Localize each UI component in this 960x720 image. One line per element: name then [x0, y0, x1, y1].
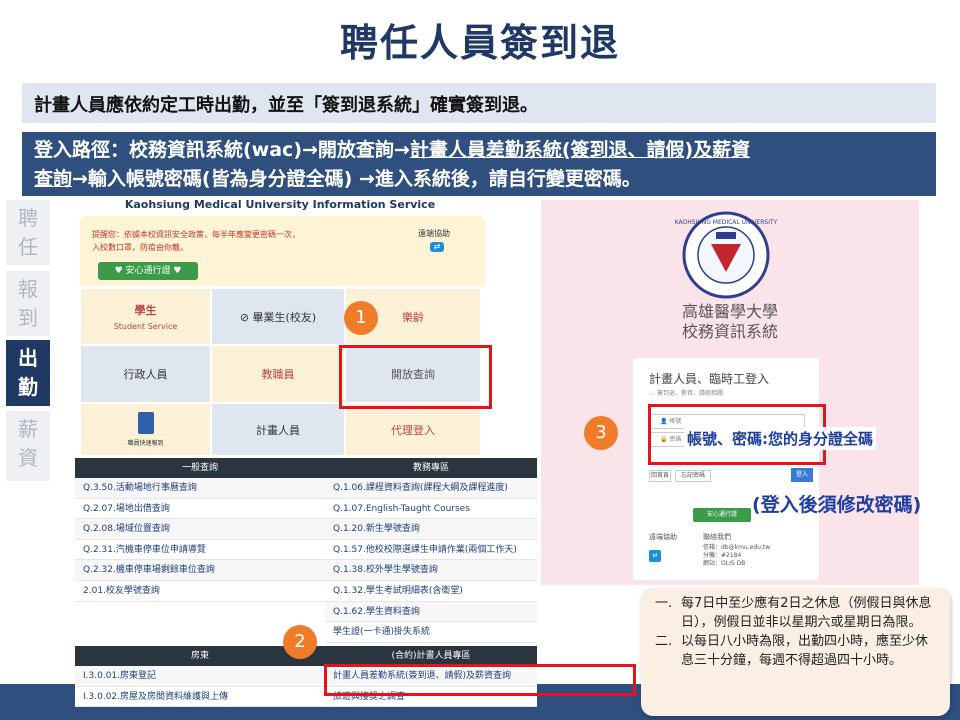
badge-caption: 職員快速報到 — [127, 440, 164, 447]
alumni-cell[interactable]: ⊘ 畢業生(校友) — [211, 288, 345, 345]
forgot-password-button[interactable]: 忘記密碼 — [675, 470, 711, 482]
path-link-1: 計畫人員差勤系統(簽到退、請假)及薪資 — [409, 139, 751, 161]
contact-info: 信箱：db@kmu.edu.tw 分機：#2184 網站：OLIS DB — [703, 544, 770, 568]
safe-pass-button[interactable]: ♥ 安心通行證 ♥ — [98, 262, 198, 280]
academic-header: 教務專區 — [325, 458, 537, 478]
university-name-line-2: 校務資訊系統 — [681, 322, 778, 341]
path-suffix: →輸入帳號密碼(皆為身分證全碼) →進入系統後，請自行變更密碼。 — [72, 168, 641, 190]
notice-line-2: 入校數口罩，防疫由你戴。 — [92, 243, 188, 252]
rule-text: 每7日中至少應有2日之休息（例假日與休息日），例假日並非以星期六或星期日為限。 — [681, 596, 932, 630]
highlight-open-query — [339, 345, 492, 409]
academic-query-link[interactable]: Q.1.32.學生考試明細表(含衛堂) — [325, 580, 537, 602]
step-badge-1: 1 — [344, 301, 378, 335]
sidebar-char: 勤 — [18, 375, 38, 399]
proxy-login-cell[interactable]: 代理登入 — [345, 403, 481, 456]
sidebar-char: 任 — [18, 235, 38, 259]
path-prefix: 登入路徑：校務資訊系統(wac)→開放查詢→ — [34, 139, 410, 161]
general-query-link[interactable]: Q.2.32.機車停車場剩餘車位查詢 — [75, 560, 325, 581]
general-query-link[interactable]: Q.2.31.汽機車停車位申請導覽 — [75, 539, 325, 561]
academic-query-link[interactable]: Q.1.20.新生學號查詢 — [325, 519, 537, 540]
path-link-2: 查詢 — [34, 168, 73, 190]
contact-label: 聯絡我們 — [703, 533, 731, 541]
attendance-rules: 一. 每7日中至少應有2日之休息（例假日與休息日），例假日並非以星期六或星期日為限… — [641, 588, 950, 716]
rule-item: 二. 以每日八小時為限，出勤四小時，應至少休息三十分鐘，每週不得超過四十小時。 — [651, 632, 940, 670]
login-path-text: 登入路徑：校務資訊系統(wac)→開放查詢→計畫人員差勤系統(簽到退、請假)及薪… — [22, 132, 936, 196]
student-en-label: Student Service — [113, 322, 178, 331]
remote-support-label-2: 遠端協助 — [649, 533, 677, 541]
step-badge-2: 2 — [283, 625, 317, 659]
contact-email[interactable]: 信箱：db@kmu.edu.tw — [703, 544, 770, 551]
sidebar-char: 到 — [18, 306, 38, 330]
sidebar-item-salary: 薪資 — [6, 411, 50, 481]
sidebar-item-hire: 聘任 — [6, 200, 50, 265]
academic-query-link[interactable]: Q.1.07.English-Taught Courses — [325, 498, 537, 520]
safe-pass-button-2[interactable]: 安心通行證 — [693, 508, 751, 522]
remote-support-label: 遠端協助 — [418, 229, 450, 238]
student-label: 學生 — [134, 304, 157, 317]
project-staff-cell[interactable]: 計畫人員 — [211, 403, 345, 456]
academic-query-link[interactable]: 學生證(一卡通)掛失系統 — [325, 622, 537, 643]
login-title: 計畫人員、臨時工登入 — [649, 372, 770, 386]
sidebar-item-report: 報到 — [6, 271, 50, 336]
notice-line-1: 提醒您：依據本校資訊安全政策，每半年應變更密碼一次， — [92, 230, 300, 239]
id-card-icon — [137, 412, 154, 434]
general-query-list: Q.3.50.活動場地行事曆查詢 Q.2.07.場地出借查詢 Q.2.08.場域位置… — [75, 478, 325, 602]
remote-support-icon-2[interactable]: ⇄ — [649, 550, 661, 562]
academic-query-link[interactable]: Q.1.06.課程資料查詢(課程大綱及課程進度) — [325, 478, 537, 499]
landlord-list: I.3.0.01.房東登記 I.3.0.02.房屋及房間資料維護與上傳 — [75, 666, 325, 708]
general-query-header: 一般查詢 — [75, 458, 325, 478]
faculty-cell[interactable]: 教職員 — [211, 345, 345, 403]
academic-list: Q.1.06.課程資料查詢(課程大綱及課程進度) Q.1.07.English-T… — [325, 478, 537, 643]
notice-text: 提醒您：依據本校資訊安全政策，每半年應變更密碼一次， 入校數口罩，防疫由你戴。 — [92, 228, 352, 254]
academic-query-link[interactable]: Q.1.62.學生資料查詢 — [325, 601, 537, 623]
sidebar-char: 資 — [18, 446, 38, 470]
general-query-link[interactable]: Q.2.08.場域位置查詢 — [75, 519, 325, 540]
logo-lettering: KAOHSIUNG MEDICAL UNIVERSITY — [675, 219, 778, 226]
step-badge-3: 3 — [584, 416, 618, 450]
student-cell[interactable]: 學生 Student Service — [80, 288, 211, 345]
general-query-link[interactable]: 2.01.校友學號查詢 — [75, 580, 325, 602]
admin-cell[interactable]: 行政人員 — [80, 345, 211, 403]
academic-query-link[interactable]: Q.1.57.他校校際選課生申請作業(兩個工作天) — [325, 539, 537, 561]
wac-notice-panel: 提醒您：依據本校資訊安全政策，每半年應變更密碼一次， 入校數口罩，防疫由你戴。 遠… — [80, 216, 485, 286]
intro-text: 計畫人員應依約定工時出勤，並至「簽到退系統」確實簽到退。 — [22, 83, 936, 123]
contact-ext: 分機：#2184 — [703, 552, 742, 559]
login-screenshot: KAOHSIUNG MEDICAL UNIVERSITY 高雄醫學大學 校務資訊系… — [541, 200, 919, 585]
remote-support-icon[interactable]: ⇄ — [430, 242, 444, 252]
sidebar-char: 報 — [18, 277, 38, 301]
rule-item: 一. 每7日中至少應有2日之休息（例假日與休息日），例假日並非以星期六或星期日為限… — [651, 594, 940, 632]
highlight-project-system — [324, 664, 636, 696]
login-button[interactable]: 登入 — [791, 468, 813, 482]
rule-number: 一. — [655, 596, 673, 611]
rule-number: 二. — [655, 634, 673, 649]
university-name: 高雄醫學大學 校務資訊系統 — [541, 302, 919, 342]
landlord-link[interactable]: I.3.0.02.房屋及房間資料維護與上傳 — [75, 686, 325, 708]
academic-query-link[interactable]: Q.1.38.校外學生學號查詢 — [325, 560, 537, 581]
sidebar-item-attendance: 出勤 — [6, 340, 50, 406]
general-query-link[interactable]: Q.2.07.場地出借查詢 — [75, 498, 325, 520]
university-name-line-1: 高雄醫學大學 — [681, 302, 778, 321]
sidebar-char: 出 — [18, 346, 38, 370]
wac-portal-screenshot: Kaohsiung Medical University Information… — [75, 196, 485, 456]
contact-site: 網站：OLIS DB — [703, 560, 746, 567]
page-title: 聘任人員簽到退 — [339, 21, 620, 65]
general-query-link[interactable]: Q.3.50.活動場地行事曆查詢 — [75, 478, 325, 499]
rule-text: 以每日八小時為限，出勤四小時，應至少休息三十分鐘，每週不得超過四十小時。 — [681, 634, 929, 668]
sidebar-char: 薪 — [18, 417, 38, 441]
change-password-note: (登入後須修改密碼) — [752, 494, 922, 516]
project-zone-header: (合約)計畫人員專區 — [325, 646, 537, 666]
login-form: 計畫人員、臨時工登入 ::: 簽到退、薪資、請假相關 👤 帳號 🔒 密碼 回首頁… — [633, 358, 819, 580]
login-subtitle: ::: 簽到退、薪資、請假相關 — [649, 390, 723, 397]
landlord-link[interactable]: I.3.0.01.房東登記 — [75, 666, 325, 687]
staff-badge-cell[interactable]: 職員快速報到 — [80, 403, 211, 456]
university-logo: KAOHSIUNG MEDICAL UNIVERSITY — [675, 211, 778, 299]
wac-header: Kaohsiung Medical University Information… — [124, 198, 436, 211]
sidebar-char: 聘 — [18, 206, 38, 230]
credentials-note: 帳號、密碼:您的身分證全碼 — [684, 427, 876, 450]
home-button[interactable]: 回首頁 — [649, 470, 671, 482]
